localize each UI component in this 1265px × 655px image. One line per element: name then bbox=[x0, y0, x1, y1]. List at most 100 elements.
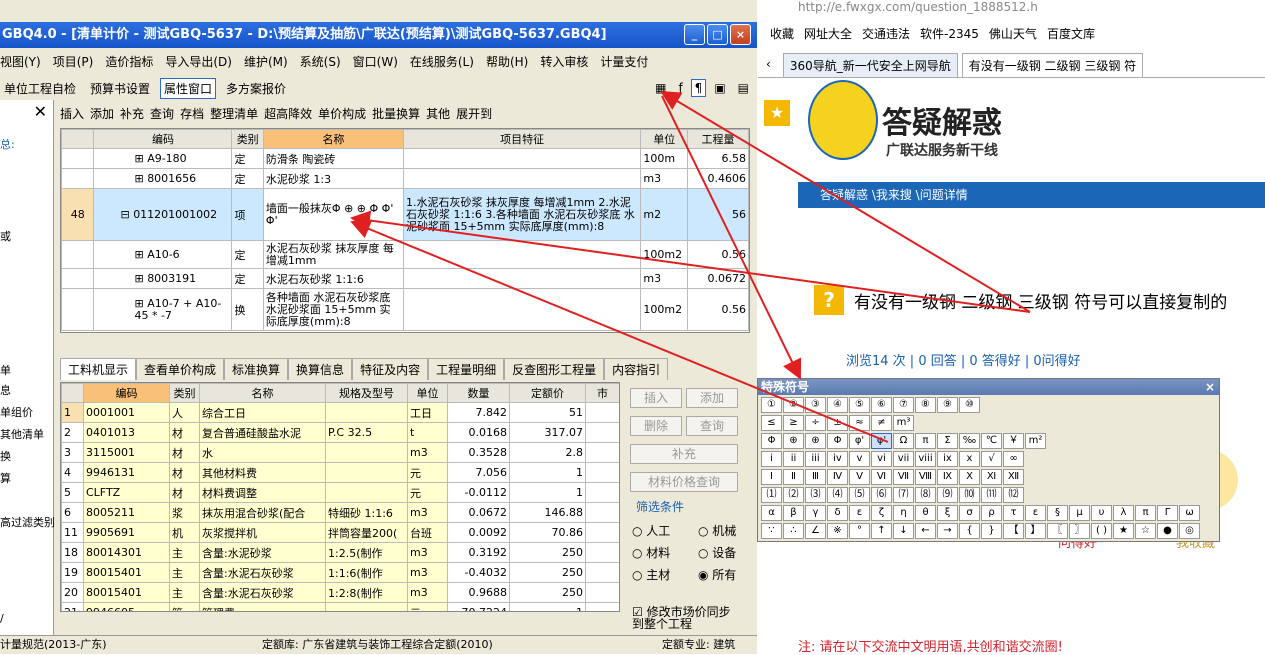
cell-feature[interactable]: 1.水泥石灰砂浆 抹灰厚度 每增减1mm 2.水泥石灰砂浆 1:1:6 3.各种… bbox=[402, 188, 642, 241]
cell-unit[interactable]: 工日 bbox=[407, 402, 448, 423]
symbol-cell[interactable]: ⑻ bbox=[915, 487, 936, 503]
cell-qty[interactable]: 6.58 bbox=[687, 148, 749, 169]
cell-market[interactable] bbox=[585, 422, 619, 443]
address-bar[interactable]: http://e.fwxgx.com/question_1888512.h bbox=[798, 0, 1038, 14]
cell-type[interactable]: 定 bbox=[231, 268, 264, 289]
radio-main-material[interactable]: ○ 主材 bbox=[632, 566, 670, 583]
symbol-cell[interactable]: Ⅹ bbox=[959, 469, 980, 485]
symbol-cell[interactable]: ≤ bbox=[761, 415, 782, 431]
organize-list-menu[interactable]: 整理清单 bbox=[210, 105, 258, 122]
symbol-cell[interactable]: ※ bbox=[827, 523, 848, 539]
close-button[interactable]: × bbox=[730, 24, 751, 45]
cell-type[interactable]: 主 bbox=[169, 562, 200, 583]
table-row[interactable]: 1 0001001 人综合工日 工日 7.842 51 bbox=[61, 402, 619, 423]
cell-spec[interactable] bbox=[325, 482, 408, 503]
left-item[interactable]: / bbox=[0, 612, 4, 625]
symbol-cell[interactable]: ρ bbox=[981, 505, 1002, 521]
menu-system[interactable]: 系统(S) bbox=[300, 53, 341, 70]
tab-feature-content[interactable]: 特征及内容 bbox=[352, 358, 429, 380]
left-item[interactable]: 单组价 bbox=[0, 404, 33, 420]
symbol-cell[interactable]: ↑ bbox=[871, 523, 892, 539]
symbol-cell[interactable]: ≈ bbox=[849, 415, 870, 431]
symbol-cell[interactable]: m³ bbox=[893, 415, 914, 431]
col-header-market[interactable]: 市 bbox=[585, 383, 619, 403]
tab-convert-info[interactable]: 换算信息 bbox=[288, 358, 353, 380]
cell-qty[interactable]: 7.056 bbox=[447, 462, 510, 483]
special-symbol-icon[interactable]: ¶ bbox=[690, 79, 707, 97]
symbol-cell[interactable]: ÷ bbox=[805, 415, 826, 431]
symbol-cell[interactable]: ‰ bbox=[959, 433, 980, 449]
cell-market[interactable] bbox=[585, 522, 619, 543]
unit-price-menu[interactable]: 单价构成 bbox=[318, 105, 366, 122]
left-item[interactable]: 总: bbox=[0, 136, 15, 152]
symbol-cell[interactable]: ℃ bbox=[981, 433, 1002, 449]
col-header-unit[interactable]: 单位 bbox=[407, 383, 448, 403]
symbol-cell[interactable]: λ bbox=[1113, 505, 1134, 521]
symbol-cell[interactable]: ⑶ bbox=[805, 487, 826, 503]
symbol-cell[interactable]: α bbox=[761, 505, 782, 521]
symbol-cell[interactable]: Γ bbox=[1157, 505, 1178, 521]
cell-unit[interactable]: 100m bbox=[640, 148, 689, 169]
symbol-cell[interactable]: 〗 bbox=[1069, 523, 1090, 539]
symbol-cell[interactable]: ② bbox=[783, 397, 804, 413]
symbol-cell[interactable]: π bbox=[1135, 505, 1156, 521]
symbol-cell[interactable]: ⑷ bbox=[827, 487, 848, 503]
cell-name-editing[interactable]: 墙面一般抹灰Φ ⊕ ⊕ Φ Φ' Φ' bbox=[262, 188, 404, 241]
symbol-cell[interactable]: ⊕ bbox=[783, 433, 804, 449]
query-button[interactable]: 查询 bbox=[686, 416, 738, 436]
left-item[interactable]: 单 bbox=[0, 362, 11, 378]
bookmark-weather[interactable]: 佛山天气 bbox=[989, 25, 1037, 42]
symbol-cell[interactable]: ⑤ bbox=[849, 397, 870, 413]
cell-market[interactable] bbox=[585, 402, 619, 423]
menu-maintain[interactable]: 维护(M) bbox=[244, 53, 288, 70]
cell-code[interactable]: ⊞ 8001656 bbox=[93, 168, 233, 189]
cell-code[interactable]: 80014301 bbox=[83, 542, 170, 563]
menu-window[interactable]: 窗口(W) bbox=[353, 53, 398, 70]
symbol-cell[interactable]: υ bbox=[1091, 505, 1112, 521]
cell-market[interactable] bbox=[585, 582, 619, 603]
cell-qty[interactable]: 0.3528 bbox=[447, 442, 510, 463]
symbol-cell[interactable]: m² bbox=[1025, 433, 1046, 449]
symbol-cell[interactable]: ⑨ bbox=[937, 397, 958, 413]
cell-unit[interactable]: m3 bbox=[407, 502, 448, 523]
symbol-cell[interactable]: φ' bbox=[871, 433, 892, 449]
cell-price[interactable]: 250 bbox=[509, 562, 586, 583]
cell-code[interactable]: 9905691 bbox=[83, 522, 170, 543]
insert-menu[interactable]: 插入 bbox=[60, 105, 84, 122]
supplement-button[interactable]: 补充 bbox=[630, 444, 738, 464]
material-price-button[interactable]: 材料价格查询 bbox=[630, 472, 738, 492]
col-header-code[interactable]: 编码 bbox=[83, 383, 170, 403]
add-menu[interactable]: 添加 bbox=[90, 105, 114, 122]
breadcrumb[interactable]: 答疑解惑 \我来搜 \问题详情 bbox=[798, 182, 1265, 208]
symbol-cell[interactable]: ζ bbox=[871, 505, 892, 521]
cell-qty[interactable]: 0.9688 bbox=[447, 582, 510, 603]
table-row[interactable]: 4 9946131 材其他材料费 元 7.056 1 bbox=[61, 462, 619, 483]
col-header-qty[interactable]: 工程量 bbox=[687, 129, 749, 149]
radio-material[interactable]: ○ 材料 bbox=[632, 544, 670, 561]
cell-type[interactable]: 浆 bbox=[169, 502, 200, 523]
left-item[interactable]: 换 bbox=[0, 448, 11, 464]
symbol-panel-close-icon[interactable]: × bbox=[1205, 379, 1215, 395]
symbol-cell[interactable]: ⑥ bbox=[871, 397, 892, 413]
table-row[interactable]: 19 80015401 主含量:水泥石灰砂浆 1:1:6(制作 m3 -0.4032 250 bbox=[61, 562, 619, 583]
symbol-cell[interactable]: 【 bbox=[1003, 523, 1024, 539]
cell-spec[interactable] bbox=[325, 462, 408, 483]
cell-name[interactable]: 水泥石灰砂浆 1:1:6 bbox=[262, 268, 404, 289]
cell-type[interactable]: 材 bbox=[169, 422, 200, 443]
cell-market[interactable] bbox=[585, 542, 619, 563]
close-icon[interactable]: ✕ bbox=[34, 102, 47, 121]
symbol-cell[interactable]: ∴ bbox=[783, 523, 804, 539]
multi-plan-button[interactable]: 多方案报价 bbox=[222, 78, 290, 99]
height-reduction-menu[interactable]: 超高降效 bbox=[264, 105, 312, 122]
query-menu[interactable]: 查询 bbox=[150, 105, 174, 122]
left-item[interactable]: 息 bbox=[0, 382, 11, 398]
left-item[interactable]: 或 bbox=[0, 228, 11, 244]
cell-feature[interactable] bbox=[402, 148, 642, 169]
symbol-cell[interactable]: ⑹ bbox=[871, 487, 892, 503]
cell-price[interactable]: 146.88 bbox=[509, 502, 586, 523]
table-row[interactable]: 18 80014301 主含量:水泥砂浆 1:2.5(制作 m3 0.3192 250 bbox=[61, 542, 619, 563]
symbol-cell[interactable]: Ω bbox=[893, 433, 914, 449]
symbol-cell[interactable]: 】 bbox=[1025, 523, 1046, 539]
cell-market[interactable] bbox=[585, 462, 619, 483]
symbol-cell[interactable]: { bbox=[959, 523, 980, 539]
